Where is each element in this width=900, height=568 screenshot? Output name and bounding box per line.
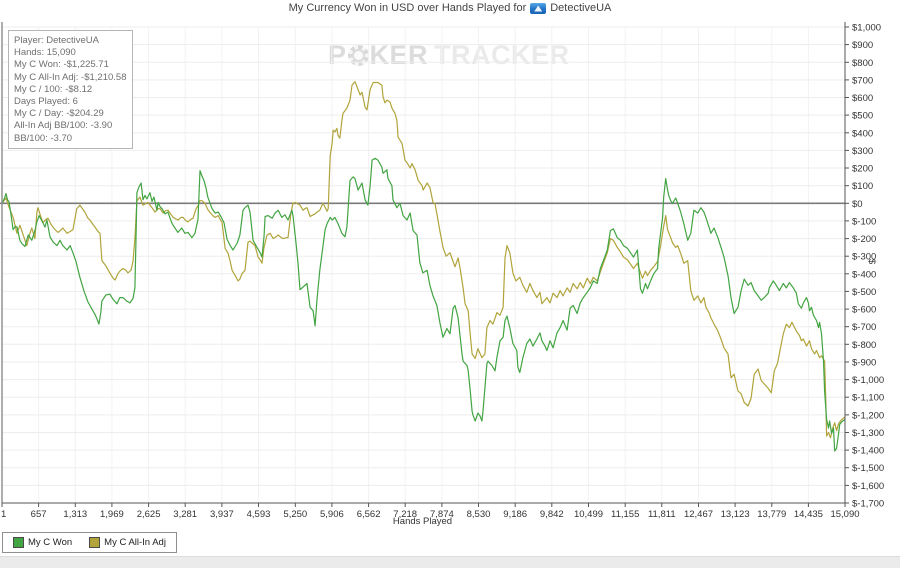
pokertracker-graph-window: My Currency Won in USD over Hands Played…: [0, 0, 900, 568]
y-tick-label: $-800: [852, 340, 876, 351]
series-line-my-c-won: [1, 157, 846, 452]
y-tick-label: $100: [852, 181, 873, 192]
stats-line: My C All-In Adj: -$1,210.58: [14, 71, 127, 83]
y-tick-label: $500: [852, 111, 873, 122]
legend-label: My C Won: [28, 537, 73, 548]
y-tick-label: $600: [852, 93, 873, 104]
y-tick-label: $200: [852, 164, 873, 175]
stats-line: All-In Adj BB/100: -3.90: [14, 120, 113, 132]
stats-line: My C / Day: -$204.29: [14, 108, 104, 120]
y-tick-label: $-600: [852, 305, 876, 316]
y-tick-label: $-1,400: [852, 446, 884, 457]
stats-line: Days Played: 6: [14, 96, 78, 108]
y-tick-label: $900: [852, 40, 873, 51]
y-tick-label: $800: [852, 58, 873, 69]
legend-item[interactable]: My C Won: [13, 537, 72, 548]
y-tick-label: $-1,300: [852, 428, 884, 439]
legend-label: My C All-In Adj: [104, 537, 166, 548]
stats-line: Player: DetectiveUA: [14, 35, 100, 46]
legend-item[interactable]: My C All-In Adj: [89, 537, 166, 548]
y-tick-label: $-1,500: [852, 463, 884, 474]
y-tick-label: $-1,000: [852, 375, 884, 386]
legend-swatch-icon: [13, 537, 24, 548]
y-tick-label: $-500: [852, 287, 876, 298]
y-tick-label: $-700: [852, 322, 876, 333]
x-axis-title: Hands Played: [392, 516, 453, 527]
y-tick-label: $-100: [852, 216, 876, 227]
y-tick-label: $1,000: [852, 23, 881, 34]
y-tick-label: $0: [852, 199, 863, 210]
y-tick-label: $-1,100: [852, 393, 884, 404]
stats-line: My C / 100: -$8.12: [14, 83, 93, 95]
y-tick-label: $-1,600: [852, 481, 884, 492]
legend-box: My C Won My C All-In Adj: [2, 532, 177, 553]
y-tick-label: $-200: [852, 234, 876, 245]
y-tick-label: $-900: [852, 358, 876, 369]
stats-line: My C Won: -$1,225.71: [14, 59, 109, 71]
y-tick-label: $700: [852, 75, 873, 86]
equity-graph-plot[interactable]: $1,000 $900 $800 $700 $600 $500 $400 $300 $200 $1…: [0, 0, 900, 568]
stats-line: BB/100: -3.70: [14, 132, 73, 144]
y-tick-label: $300: [852, 146, 873, 157]
legend-swatch-icon: [89, 537, 101, 548]
y-tick-label: $-400: [852, 269, 876, 280]
stats-summary-box: Player: DetectiveUA Hands: 15,090 My C Won…: [8, 30, 134, 149]
y-tick-label: $-1,700: [852, 499, 884, 510]
stats-line: Hands: 15,090: [14, 47, 76, 59]
y-tick-label: $400: [852, 128, 873, 139]
y-tick-label: $-1,200: [852, 410, 884, 421]
y-axis-title: $: [866, 258, 878, 265]
